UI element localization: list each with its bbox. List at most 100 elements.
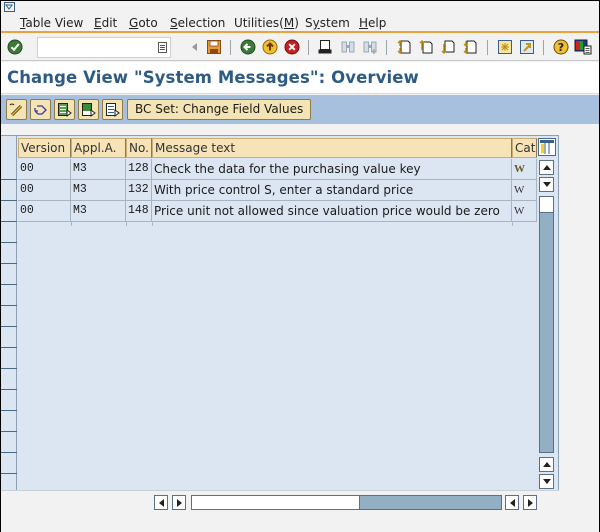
- cell-message-text: With price control S, enter a standard p…: [152, 180, 512, 201]
- display-change-icon: [9, 103, 23, 117]
- vertical-scroll-track[interactable]: [539, 196, 554, 453]
- horizontal-scroll-thumb[interactable]: [192, 496, 360, 509]
- deselect-all-button[interactable]: [102, 99, 123, 120]
- cell-cat: W: [512, 201, 537, 222]
- row-selector[interactable]: [1, 327, 17, 348]
- save-icon[interactable]: [205, 38, 223, 56]
- menu-help[interactable]: Help: [359, 16, 386, 30]
- select-block-button[interactable]: [78, 99, 99, 120]
- menu-system[interactable]: System: [305, 16, 350, 30]
- enter-icon[interactable]: [6, 38, 24, 56]
- command-input[interactable]: [38, 38, 148, 57]
- row-selector[interactable]: [1, 285, 17, 306]
- menu-goto-rest: oto: [138, 16, 158, 30]
- bc-set-change-field-values-button[interactable]: BC Set: Change Field Values: [127, 99, 312, 120]
- scroll-up-button[interactable]: [539, 160, 554, 175]
- page-up-button[interactable]: [539, 457, 554, 472]
- vertical-scroll-thumb[interactable]: [540, 197, 553, 213]
- row-selector[interactable]: [1, 243, 17, 264]
- table-row[interactable]: 00 M3 132 With price control S, enter a …: [18, 180, 537, 201]
- column-scroll-right-button[interactable]: [523, 495, 537, 510]
- column-header-version[interactable]: Version: [18, 138, 71, 158]
- history-icon[interactable]: [158, 42, 167, 53]
- menu-utilities[interactable]: Utilities(M): [234, 16, 299, 30]
- column-divider: [71, 222, 72, 226]
- cell-no: 132: [126, 180, 152, 201]
- row-selector[interactable]: [1, 369, 17, 390]
- back-nav-icon[interactable]: [185, 38, 203, 56]
- table-control: Version Appl.A. No. Message text Cat 00 …: [1, 135, 559, 516]
- last-page-icon[interactable]: [461, 38, 479, 56]
- display-change-button[interactable]: [6, 99, 27, 120]
- column-header-cat[interactable]: Cat: [512, 138, 537, 158]
- find-next-icon[interactable]: [361, 38, 379, 56]
- table-row[interactable]: 00 M3 128 Check the data for the purchas…: [18, 159, 537, 180]
- scroll-right-button[interactable]: [172, 495, 186, 510]
- help-icon[interactable]: ?: [552, 38, 570, 56]
- cell-version: 00: [18, 180, 71, 201]
- select-all-rows-button[interactable]: [1, 136, 17, 159]
- menu-table-view[interactable]: Table View: [20, 16, 83, 30]
- menu-utilities-pre: Utilities(: [234, 16, 284, 30]
- horizontal-scrollbar: [1, 490, 559, 516]
- column-header-no[interactable]: No.: [126, 138, 152, 158]
- find-icon[interactable]: [339, 38, 357, 56]
- cell-cat: W: [512, 180, 537, 201]
- column-header-appl-area[interactable]: Appl.A.: [71, 138, 126, 158]
- row-selector[interactable]: [1, 453, 17, 474]
- cancel-icon[interactable]: [283, 38, 301, 56]
- horizontal-scroll-track[interactable]: [191, 495, 502, 510]
- command-field[interactable]: [37, 37, 171, 58]
- column-divider: [126, 222, 127, 226]
- arrow-left-icon: [509, 498, 515, 507]
- shortcut-icon[interactable]: [518, 38, 536, 56]
- table-row[interactable]: 00 M3 148 Price unit not allowed since v…: [18, 201, 537, 222]
- row-selector[interactable]: [1, 159, 17, 180]
- arrow-down-icon: [542, 182, 551, 187]
- row-selector[interactable]: [1, 201, 17, 222]
- table-header: Version Appl.A. No. Message text Cat: [18, 138, 537, 158]
- scroll-down-button[interactable]: [539, 177, 554, 192]
- cell-appl-area: M3: [71, 159, 126, 180]
- create-session-icon[interactable]: [496, 38, 514, 56]
- title-area: Change View "System Messages": Overview: [1, 62, 599, 94]
- column-scroll-left-button[interactable]: [505, 495, 519, 510]
- cell-version: 00: [18, 201, 71, 222]
- row-selector[interactable]: [1, 180, 17, 201]
- back-icon[interactable]: [239, 38, 257, 56]
- row-selector[interactable]: [1, 411, 17, 432]
- page-down-button[interactable]: [539, 474, 554, 489]
- undo-change-button[interactable]: [30, 99, 51, 120]
- column-header-message-text[interactable]: Message text: [152, 138, 512, 158]
- row-selector[interactable]: [1, 222, 17, 243]
- cell-message-text: Check the data for the purchasing value …: [152, 159, 512, 180]
- previous-page-icon[interactable]: [417, 38, 435, 56]
- select-all-button[interactable]: [54, 99, 75, 120]
- menu-edit-rest: dit: [101, 16, 118, 30]
- menu-goto[interactable]: Goto: [129, 16, 158, 30]
- next-page-icon[interactable]: [439, 38, 457, 56]
- row-selector[interactable]: [1, 390, 17, 411]
- page-title: Change View "System Messages": Overview: [7, 68, 419, 87]
- sap-window-icon[interactable]: [4, 2, 15, 12]
- select-all-icon: [58, 103, 72, 117]
- menu-selection[interactable]: Selection: [170, 16, 225, 30]
- row-selector[interactable]: [1, 348, 17, 369]
- row-selector[interactable]: [1, 306, 17, 327]
- customize-layout-icon[interactable]: [574, 38, 592, 56]
- vertical-scrollbar[interactable]: [539, 160, 555, 490]
- toolbar-separator: [386, 40, 387, 55]
- table-settings-button[interactable]: [538, 138, 556, 156]
- cell-no: 148: [126, 201, 152, 222]
- menu-help-rest: elp: [368, 16, 387, 30]
- row-selector[interactable]: [1, 264, 17, 285]
- toolbar-separator: [487, 40, 488, 55]
- scroll-left-button[interactable]: [154, 495, 168, 510]
- cell-appl-area: M3: [71, 180, 126, 201]
- row-selector[interactable]: [1, 432, 17, 453]
- exit-icon[interactable]: [261, 38, 279, 56]
- print-icon[interactable]: [316, 38, 334, 56]
- cell-message-text: Price unit not allowed since valuation p…: [152, 201, 512, 222]
- menu-edit[interactable]: Edit: [94, 16, 117, 30]
- first-page-icon[interactable]: [395, 38, 413, 56]
